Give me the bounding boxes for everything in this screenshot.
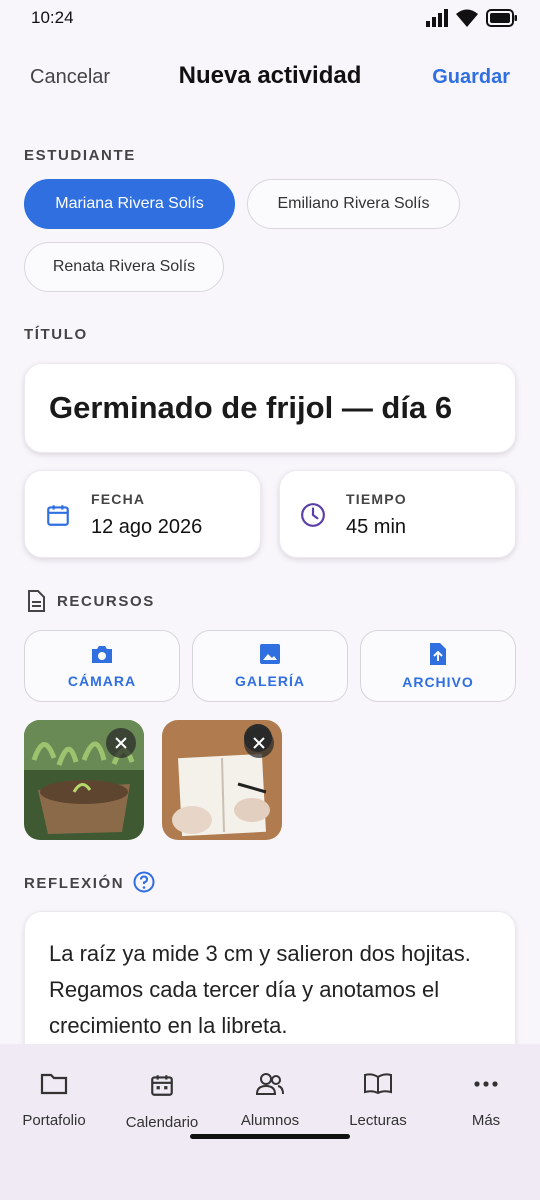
clock-icon [301,503,325,527]
nav-label-alumnos: Alumnos [240,1112,300,1129]
nav-label-lecturas: Lecturas [349,1112,407,1129]
student-chip-emiliano[interactable]: Emiliano Rivera Solís [247,179,460,229]
save-button[interactable]: Guardar [432,66,510,89]
image-icon [260,644,280,664]
home-indicator [190,1134,350,1139]
remove-attachment-button[interactable] [244,728,274,758]
title-field[interactable]: Germinado de frijol — día 6 [24,363,516,453]
time-field[interactable]: TIEMPO 45 min [279,470,516,558]
student-chip-renata[interactable]: Renata Rivera Solís [24,242,224,292]
status-bar: 10:24 [0,0,540,36]
camera-button[interactable]: CÁMARA [24,630,180,702]
student-chip-mariana[interactable]: Mariana Rivera Solís [24,179,235,229]
calendar-icon [151,1075,173,1096]
people-icon [255,1073,284,1095]
nav-item-lecturas[interactable]: Lecturas [324,1072,432,1129]
wifi-icon [456,9,478,27]
folder-icon [40,1073,68,1095]
bottom-navigation: Portafolio Calendario Alumnos Lecturas M… [0,1044,540,1200]
reflection-text: La raíz ya mide 3 cm y salieron dos hoji… [49,941,471,1038]
file-button[interactable]: ARCHIVO [360,630,516,702]
attachment-thumbnail[interactable] [162,720,282,840]
reflection-section-label: REFLEXIÓN [24,875,125,892]
top-app-bar: Cancelar Nueva actividad Guardar [0,52,540,104]
calendar-icon [47,505,69,526]
gallery-button[interactable]: GALERÍA [192,630,348,702]
camera-label: CÁMARA [67,673,137,689]
nav-label-portafolio: Portafolio [22,1112,86,1129]
file-upload-icon [430,643,446,665]
nav-item-mas[interactable]: Más [432,1072,540,1129]
nav-label-calendario: Calendario [125,1114,199,1131]
remove-attachment-button[interactable] [106,728,136,758]
date-value: 12 ago 2026 [91,516,203,538]
camera-icon [92,646,112,663]
more-icon [474,1081,498,1087]
file-label: ARCHIVO [402,674,474,690]
time-value: 45 min [346,516,407,538]
close-icon [253,737,265,749]
date-field[interactable]: FECHA 12 ago 2026 [24,470,261,558]
nav-item-alumnos[interactable]: Alumnos [216,1072,324,1129]
status-time: 10:24 [31,8,74,27]
document-icon [28,590,45,612]
resources-section-label: RECURSOS [57,593,155,610]
status-icons [426,9,518,27]
title-value: Germinado de frijol — día 6 [49,390,453,425]
attachment-thumbnail[interactable] [24,720,144,840]
nav-label-mas: Más [471,1112,501,1129]
nav-item-calendario[interactable]: Calendario [108,1072,216,1131]
nav-item-portafolio[interactable]: Portafolio [0,1072,108,1129]
signal-icon [426,9,448,27]
battery-icon [486,9,517,27]
gallery-label: GALERÍA [235,673,305,689]
title-section-label: TÍTULO [24,326,88,343]
date-label: FECHA [91,491,146,507]
time-label: TIEMPO [346,491,407,507]
student-section-label: ESTUDIANTE [24,147,136,164]
close-icon [115,737,127,749]
help-icon[interactable] [133,871,155,893]
book-icon [364,1073,392,1095]
